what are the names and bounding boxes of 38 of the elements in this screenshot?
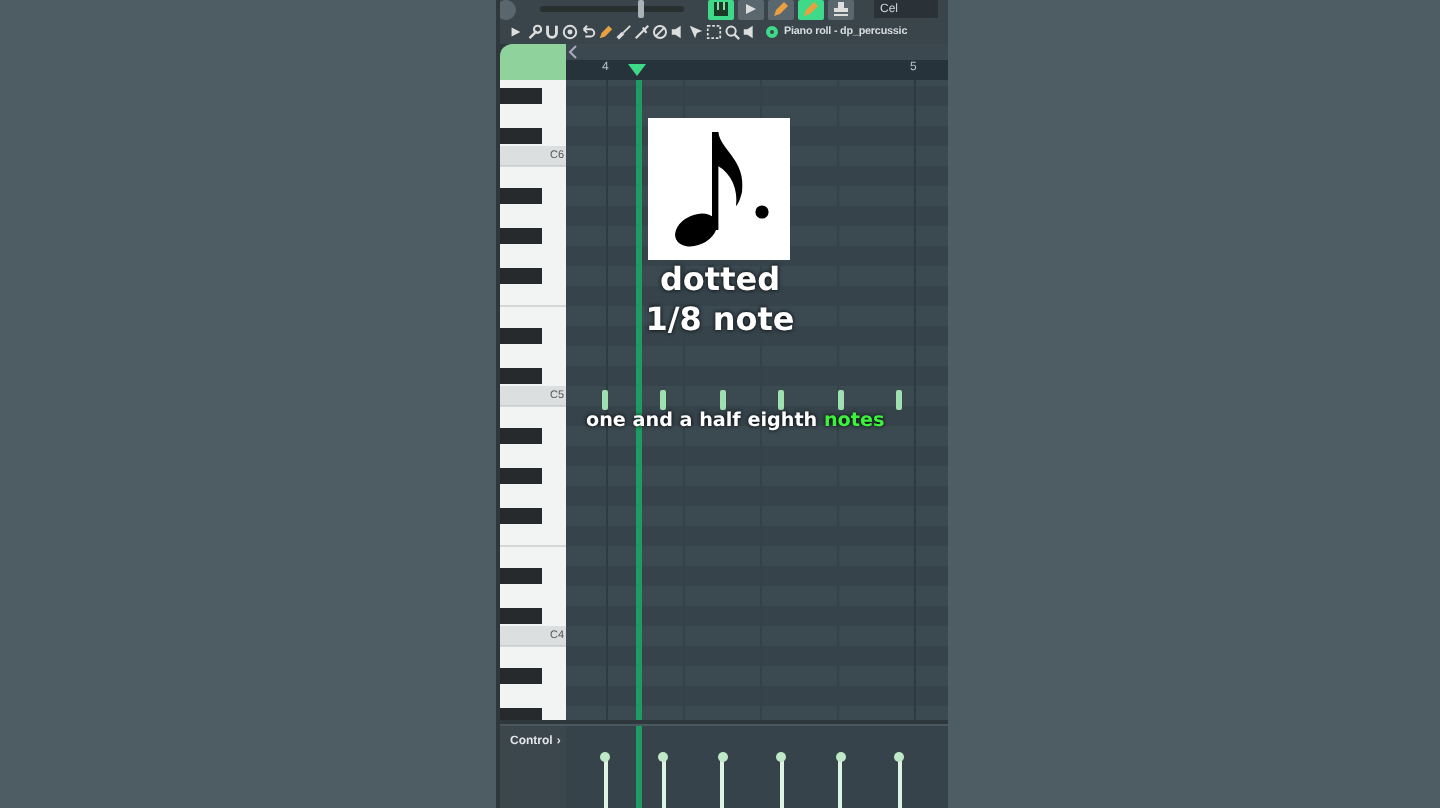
note-block[interactable] — [896, 389, 902, 410]
velocity-bar[interactable] — [661, 756, 666, 808]
pencil-icon[interactable] — [598, 23, 614, 40]
speaker-icon[interactable] — [670, 23, 686, 40]
zoom-icon[interactable] — [724, 23, 740, 40]
caption-text: 1/8 note — [645, 299, 795, 340]
gear-icon[interactable] — [766, 25, 778, 38]
keyboard-icon — [712, 0, 730, 19]
note-block[interactable] — [837, 389, 844, 410]
pointer-icon[interactable] — [688, 23, 704, 40]
note-block[interactable] — [719, 389, 726, 410]
dashed-square-icon[interactable] — [706, 23, 722, 40]
play-icon — [742, 0, 760, 19]
caption-text: dotted — [659, 259, 781, 300]
corner-button[interactable] — [500, 43, 566, 80]
note-block[interactable] — [660, 389, 667, 410]
speaker-icon[interactable] — [742, 23, 758, 40]
toolbar-button[interactable] — [828, 0, 854, 20]
note-grid[interactable]: dotted 1/8 note one and a half eighth notes — [566, 79, 948, 720]
note-block[interactable] — [602, 389, 608, 410]
velocity-lane[interactable] — [566, 725, 948, 808]
stamp-icon — [832, 0, 850, 19]
expand-arrow-icon[interactable] — [508, 23, 524, 40]
velocity-bar[interactable] — [720, 756, 725, 808]
target-icon[interactable] — [562, 23, 578, 40]
prohibit-icon[interactable] — [652, 23, 668, 40]
playhead-line — [636, 725, 642, 808]
note-block[interactable] — [778, 389, 785, 410]
magnet-icon[interactable] — [544, 23, 560, 40]
velocity-bar[interactable] — [779, 756, 784, 808]
scroll-left-icon[interactable] — [566, 43, 580, 60]
subtitle: one and a half eighth notes — [586, 409, 885, 432]
wrench-icon[interactable] — [526, 23, 542, 40]
velocity-bar[interactable] — [838, 756, 843, 808]
toolbar-button[interactable] — [708, 0, 734, 20]
undo-icon[interactable] — [580, 23, 596, 40]
toolbar-button[interactable] — [738, 0, 764, 20]
slider-thumb[interactable] — [637, 0, 644, 19]
